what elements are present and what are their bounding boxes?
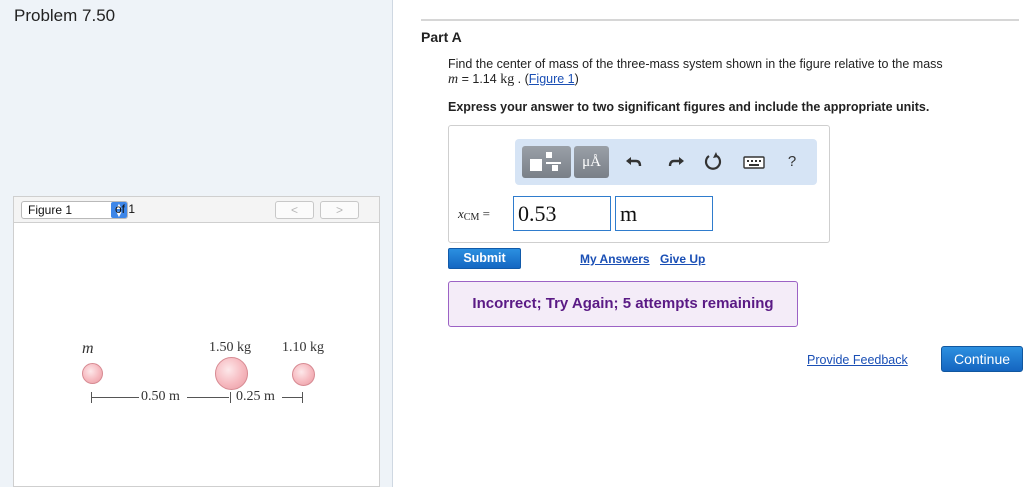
units-button[interactable]: μÅ: [574, 146, 609, 178]
answer-box: μÅ ? xCM = 0.53 m: [448, 125, 830, 243]
dimension-line-1b: [187, 397, 229, 398]
mass-m-ball: [82, 363, 103, 384]
mass-2-ball: [215, 357, 248, 390]
template-button[interactable]: [522, 146, 571, 178]
answer-label-sub: CM: [463, 212, 480, 223]
my-answers-link[interactable]: My Answers: [580, 252, 650, 266]
continue-button[interactable]: Continue: [941, 346, 1023, 372]
question-eq: = 1.14: [458, 72, 501, 86]
template-icon: [530, 152, 561, 171]
help-button[interactable]: ?: [780, 150, 804, 174]
question-after-unit: . (: [514, 72, 529, 86]
math-toolbar: μÅ ?: [515, 139, 817, 185]
dimension-line-2b: [282, 397, 302, 398]
problem-title: Problem 7.50: [14, 6, 116, 25]
answer-label-eq: =: [479, 206, 490, 221]
redo-icon[interactable]: [664, 150, 688, 174]
submit-button[interactable]: Submit: [448, 248, 521, 269]
distance-1-label: 0.50 m: [141, 389, 180, 404]
question-var: m: [448, 72, 459, 87]
question-text: Find the center of mass of the three-mas…: [448, 57, 1008, 87]
figure-select[interactable]: Figure 1 ▲ ▼: [21, 201, 128, 219]
value-input[interactable]: 0.53: [513, 196, 611, 231]
question-close: ): [574, 72, 579, 86]
reset-icon[interactable]: [701, 150, 725, 174]
mass-3-label: 1.10 kg: [282, 340, 324, 355]
left-pane: Problem 7.50 Figure 1 ▲ ▼ of 1 < > m 1.50…: [0, 0, 393, 487]
provide-feedback-link[interactable]: Provide Feedback: [807, 353, 908, 367]
undo-icon[interactable]: [622, 150, 646, 174]
distance-2-label: 0.25 m: [236, 389, 275, 404]
figure-select-value: Figure 1: [28, 203, 73, 217]
dimension-tick-mid: [230, 392, 231, 403]
figure-canvas: m 1.50 kg 1.10 kg 0.50 m 0.25 m: [13, 222, 380, 487]
top-divider: [421, 19, 1019, 21]
part-title: Part A: [421, 29, 462, 45]
figure-link[interactable]: Figure 1: [529, 72, 575, 86]
instruction-text: Express your answer to two significant f…: [448, 100, 930, 114]
figure-next-button[interactable]: >: [320, 201, 359, 219]
give-up-link[interactable]: Give Up: [660, 252, 705, 266]
figure-toolbar: Figure 1 ▲ ▼ of 1 < >: [13, 196, 380, 222]
keyboard-icon[interactable]: [742, 150, 766, 174]
question-unit: kg: [500, 72, 515, 87]
figure-count-label: of 1: [115, 202, 136, 216]
figure-prev-button[interactable]: <: [275, 201, 314, 219]
unit-input[interactable]: m: [615, 196, 713, 231]
question-line1: Find the center of mass of the three-mas…: [448, 57, 943, 71]
dimension-tick-right: [302, 392, 303, 403]
mass-3-ball: [292, 363, 315, 386]
mass-2-label: 1.50 kg: [209, 340, 251, 355]
feedback-message: Incorrect; Try Again; 5 attempts remaini…: [448, 281, 798, 327]
right-pane: Part A Find the center of mass of the th…: [394, 0, 1024, 487]
answer-label: xCM =: [458, 206, 490, 223]
dimension-line-1a: [92, 397, 139, 398]
mass-m-label: m: [82, 340, 94, 357]
